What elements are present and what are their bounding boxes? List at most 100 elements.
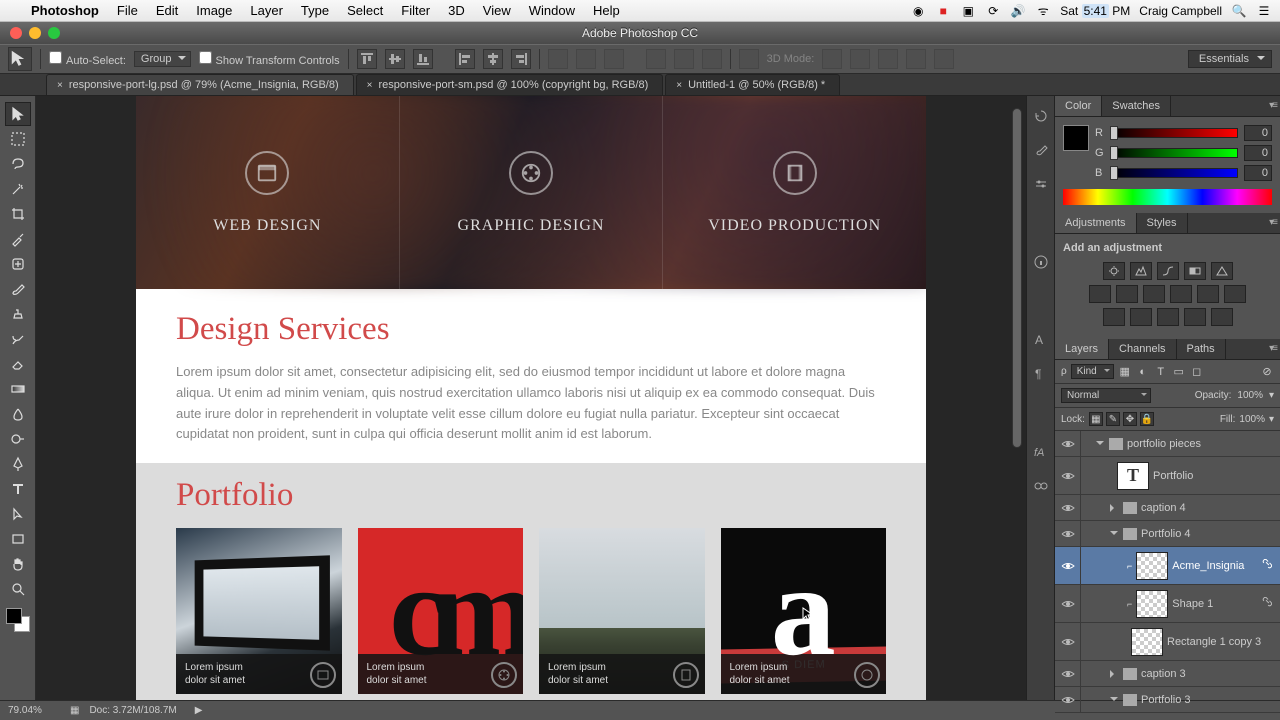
g-slider[interactable]	[1111, 148, 1238, 158]
menuextra-icon[interactable]: ◉	[910, 3, 926, 19]
layer-name[interactable]: Shape 1	[1172, 598, 1213, 610]
layer-name[interactable]: Portfolio 4	[1141, 528, 1191, 540]
magic-wand-tool[interactable]	[5, 177, 31, 201]
menu-help[interactable]: Help	[584, 3, 629, 18]
tab-color[interactable]: Color	[1055, 96, 1102, 116]
notifications-icon[interactable]: ☰	[1256, 3, 1272, 19]
zoom-level[interactable]: 79.04%	[8, 705, 60, 716]
photo-filter-adjustment[interactable]	[1170, 285, 1192, 303]
r-value[interactable]: 0	[1244, 125, 1272, 141]
crop-tool[interactable]	[5, 202, 31, 226]
disclosure-triangle-icon[interactable]	[1109, 695, 1119, 705]
filter-shape-icon[interactable]: ▭	[1172, 365, 1186, 379]
distribute-top-button[interactable]	[548, 49, 568, 69]
layer-name[interactable]: Portfolio	[1153, 470, 1193, 482]
menuextra-record-icon[interactable]: ■	[935, 3, 951, 19]
menu-3d[interactable]: 3D	[439, 3, 474, 18]
visibility-toggle[interactable]	[1055, 495, 1081, 520]
hue-saturation-adjustment[interactable]	[1089, 285, 1111, 303]
layer-row[interactable]: T Portfolio	[1055, 457, 1280, 495]
close-tab-icon[interactable]: ×	[676, 80, 682, 91]
menu-file[interactable]: File	[108, 3, 147, 18]
menu-window[interactable]: Window	[520, 3, 584, 18]
layer-name[interactable]: portfolio pieces	[1127, 438, 1201, 450]
clone-stamp-tool[interactable]	[5, 302, 31, 326]
menu-layer[interactable]: Layer	[241, 3, 292, 18]
link-icon[interactable]	[1260, 559, 1274, 573]
align-bottom-button[interactable]	[413, 49, 433, 69]
brush-panel-icon[interactable]	[1031, 140, 1051, 160]
visibility-toggle[interactable]	[1055, 431, 1081, 456]
curves-adjustment[interactable]	[1157, 262, 1179, 280]
rectangle-tool[interactable]	[5, 527, 31, 551]
color-balance-adjustment[interactable]	[1116, 285, 1138, 303]
3d-roll-button[interactable]	[850, 49, 870, 69]
tab-paths[interactable]: Paths	[1177, 339, 1226, 359]
doc-size[interactable]: Doc: 3.72M/108.7M	[89, 705, 176, 716]
blur-tool[interactable]	[5, 402, 31, 426]
distribute-left-button[interactable]	[646, 49, 666, 69]
app-menu[interactable]: Photoshop	[22, 3, 108, 18]
info-panel-icon[interactable]	[1031, 252, 1051, 272]
shape-layer-thumbnail[interactable]	[1131, 628, 1163, 656]
posterize-adjustment[interactable]	[1130, 308, 1152, 326]
filter-pixel-icon[interactable]: ▦	[1118, 365, 1132, 379]
color-lookup-adjustment[interactable]	[1224, 285, 1246, 303]
tab-layers[interactable]: Layers	[1055, 339, 1109, 359]
b-slider[interactable]	[1111, 168, 1238, 178]
menuextra-sync-icon[interactable]: ⟳	[985, 3, 1001, 19]
menubar-clock[interactable]: Sat 5:41 PM	[1060, 4, 1130, 18]
smart-object-thumbnail[interactable]	[1136, 552, 1168, 580]
filter-kind-dropdown[interactable]: Kind	[1071, 364, 1114, 379]
visibility-toggle[interactable]	[1055, 585, 1081, 622]
history-brush-tool[interactable]	[5, 327, 31, 351]
workspace-dropdown[interactable]: Essentials	[1188, 50, 1272, 68]
paragraph-panel-icon[interactable]: ¶	[1031, 364, 1051, 384]
distribute-hcenter-button[interactable]	[674, 49, 694, 69]
marquee-tool[interactable]	[5, 127, 31, 151]
close-tab-icon[interactable]: ×	[367, 80, 373, 91]
move-tool-icon[interactable]	[8, 47, 32, 71]
filter-smart-icon[interactable]: ◻	[1190, 365, 1204, 379]
threshold-adjustment[interactable]	[1157, 308, 1179, 326]
foreground-background-swatches[interactable]	[6, 608, 30, 632]
visibility-toggle[interactable]	[1055, 623, 1081, 660]
3d-slide-button[interactable]	[906, 49, 926, 69]
menu-select[interactable]: Select	[338, 3, 392, 18]
lock-all-button[interactable]: 🔒	[1140, 412, 1154, 426]
visibility-toggle[interactable]	[1055, 661, 1081, 686]
vibrance-adjustment[interactable]	[1211, 262, 1233, 280]
panel-menu-icon[interactable]: ▾≡	[1269, 100, 1276, 111]
pen-tool[interactable]	[5, 452, 31, 476]
menuextra-wifi-icon[interactable]: ᯤ	[1035, 3, 1051, 19]
status-icon[interactable]: ▦	[70, 705, 79, 716]
menu-filter[interactable]: Filter	[392, 3, 439, 18]
filter-adjust-icon[interactable]: ◐	[1136, 365, 1150, 379]
black-white-adjustment[interactable]	[1143, 285, 1165, 303]
eraser-tool[interactable]	[5, 352, 31, 376]
distribute-right-button[interactable]	[702, 49, 722, 69]
tab-styles[interactable]: Styles	[1137, 213, 1188, 233]
menu-view[interactable]: View	[474, 3, 520, 18]
zoom-tool[interactable]	[5, 577, 31, 601]
lasso-tool[interactable]	[5, 152, 31, 176]
panel-menu-icon[interactable]: ▾≡	[1269, 343, 1276, 354]
distribute-vcenter-button[interactable]	[576, 49, 596, 69]
layer-name[interactable]: Acme_Insignia	[1172, 560, 1244, 572]
g-value[interactable]: 0	[1244, 145, 1272, 161]
layer-name[interactable]: Rectangle 1 copy 3	[1167, 636, 1261, 648]
auto-align-button[interactable]	[739, 49, 759, 69]
path-selection-tool[interactable]	[5, 502, 31, 526]
lock-transparency-button[interactable]: ▦	[1089, 412, 1103, 426]
tab-swatches[interactable]: Swatches	[1102, 96, 1171, 116]
layer-group-row[interactable]: portfolio pieces	[1055, 431, 1280, 457]
menuextra-volume-icon[interactable]: 🔊	[1010, 3, 1026, 19]
layer-name[interactable]: caption 3	[1141, 668, 1186, 680]
type-tool[interactable]	[5, 477, 31, 501]
auto-select-checkbox[interactable]: Auto-Select:	[49, 51, 126, 67]
filter-toggle[interactable]: ⊘	[1260, 365, 1274, 379]
3d-scale-button[interactable]	[934, 49, 954, 69]
link-icon[interactable]	[1260, 597, 1274, 611]
gradient-tool[interactable]	[5, 377, 31, 401]
channel-mixer-adjustment[interactable]	[1197, 285, 1219, 303]
